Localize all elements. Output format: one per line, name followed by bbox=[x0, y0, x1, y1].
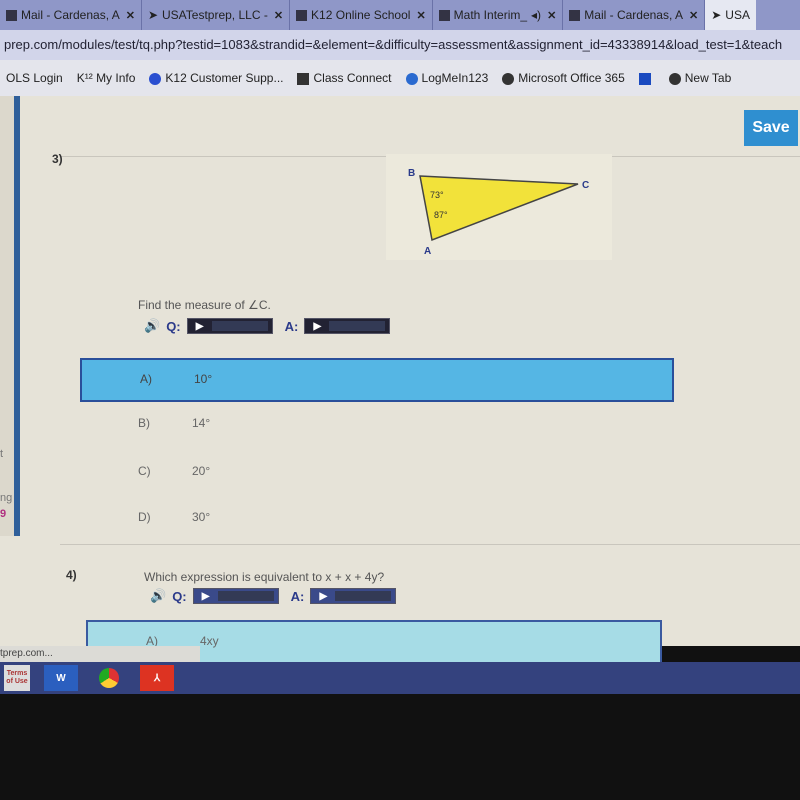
tab-mail-1[interactable]: Mail - Cardenas, A ✕ bbox=[0, 0, 142, 30]
play-icon[interactable]: ▶ bbox=[311, 591, 335, 602]
k12-icon: K¹² bbox=[76, 71, 97, 85]
speaker-icon[interactable]: 🔊 bbox=[144, 318, 160, 334]
doc-icon bbox=[438, 9, 450, 21]
terms-of-use-icon[interactable]: Terms of Use bbox=[4, 665, 30, 691]
answer-audio-player[interactable]: ▶ bbox=[304, 318, 391, 334]
bookmark-icon bbox=[405, 72, 418, 85]
question-text: Find the measure of ∠C. bbox=[138, 298, 271, 312]
angle-b-label: 73° bbox=[430, 190, 444, 200]
bookmark-ols-login[interactable]: OLS Login bbox=[6, 71, 63, 85]
outlook-icon bbox=[638, 72, 651, 85]
answer-audio-player[interactable]: ▶ bbox=[310, 588, 397, 604]
taskbar: Terms of Use W ⅄ bbox=[0, 662, 800, 694]
bookmark-new-tab[interactable]: New Tab bbox=[668, 71, 731, 85]
close-icon[interactable]: ✕ bbox=[547, 9, 556, 22]
tab-math-interim[interactable]: Math Interim_ ◂) ✕ bbox=[433, 0, 564, 30]
choice-b[interactable]: B) 14° bbox=[80, 404, 674, 448]
close-icon[interactable]: ✕ bbox=[689, 9, 698, 22]
bookmark-my-info[interactable]: K¹² My Info bbox=[77, 71, 136, 85]
bookmark-logmein[interactable]: LogMeIn123 bbox=[405, 71, 488, 85]
outlook-icon bbox=[6, 9, 17, 21]
divider bbox=[60, 544, 800, 545]
tab-k12[interactable]: K12 Online School ✕ bbox=[290, 0, 433, 30]
close-icon[interactable]: ✕ bbox=[274, 9, 283, 22]
bookmark-icon bbox=[149, 72, 162, 85]
tab-usa-active[interactable]: ➤ USA bbox=[705, 0, 756, 30]
audio-controls: 🔊 Q: ▶ A: ▶ bbox=[150, 588, 397, 604]
acrobat-icon[interactable]: ⅄ bbox=[140, 665, 174, 691]
tab-mail-2[interactable]: Mail - Cardenas, A ✕ bbox=[563, 0, 706, 30]
address-bar[interactable]: prep.com/modules/test/tq.php?testid=1083… bbox=[0, 30, 800, 60]
choice-c[interactable]: C) 20° bbox=[80, 452, 674, 496]
question-text: Which expression is equivalent to x + x … bbox=[144, 570, 385, 584]
word-icon[interactable]: W bbox=[44, 665, 78, 691]
k12-icon bbox=[296, 9, 308, 21]
vertex-c-label: C bbox=[582, 180, 589, 191]
play-icon[interactable]: ▶ bbox=[194, 591, 218, 602]
speaker-icon: ◂) bbox=[531, 8, 542, 22]
side-panel bbox=[0, 96, 14, 536]
triangle-figure: B C A 73° 87° bbox=[386, 154, 612, 260]
bookmarks-bar: OLS Login K¹² My Info K12 Customer Supp.… bbox=[0, 60, 800, 96]
status-url: tprep.com... bbox=[0, 646, 200, 662]
vertex-a-label: A bbox=[424, 246, 431, 257]
tab-usatestprep[interactable]: ➤ USATestprep, LLC - ✕ bbox=[142, 0, 291, 30]
test-page: t ng 9 Save 3) B C A 73° 87° Find the me… bbox=[0, 96, 800, 664]
angle-a-label: 87° bbox=[434, 210, 448, 220]
question-audio-player[interactable]: ▶ bbox=[186, 318, 273, 334]
speaker-icon[interactable]: 🔊 bbox=[150, 588, 166, 604]
audio-controls: 🔊 Q: ▶ A: ▶ bbox=[144, 318, 391, 334]
cursor-icon: ➤ bbox=[711, 8, 722, 22]
close-icon[interactable]: ✕ bbox=[126, 9, 135, 22]
bookmark-k12-support[interactable]: K12 Customer Supp... bbox=[149, 71, 283, 85]
play-icon[interactable]: ▶ bbox=[305, 321, 329, 332]
bookmark-office365[interactable]: Microsoft Office 365 bbox=[502, 71, 625, 85]
globe-icon bbox=[668, 72, 681, 85]
bookmark-icon bbox=[297, 72, 310, 85]
side-divider bbox=[14, 96, 20, 536]
globe-icon bbox=[502, 72, 515, 85]
bookmark-class-connect[interactable]: Class Connect bbox=[297, 71, 392, 85]
question-audio-player[interactable]: ▶ bbox=[192, 588, 279, 604]
cursor-icon: ➤ bbox=[147, 8, 158, 22]
tab-bar: Mail - Cardenas, A ✕ ➤ USATestprep, LLC - ✕… bbox=[0, 0, 800, 30]
choice-a[interactable]: A) 10° bbox=[80, 358, 674, 402]
vertex-b-label: B bbox=[408, 168, 415, 179]
save-button[interactable]: Save bbox=[744, 110, 798, 146]
outlook-icon bbox=[569, 9, 581, 21]
bookmark-outlook[interactable] bbox=[638, 71, 655, 85]
close-icon[interactable]: ✕ bbox=[416, 9, 425, 22]
chrome-icon[interactable] bbox=[92, 665, 126, 691]
play-icon[interactable]: ▶ bbox=[188, 321, 212, 332]
choice-d[interactable]: D) 30° bbox=[80, 498, 674, 542]
